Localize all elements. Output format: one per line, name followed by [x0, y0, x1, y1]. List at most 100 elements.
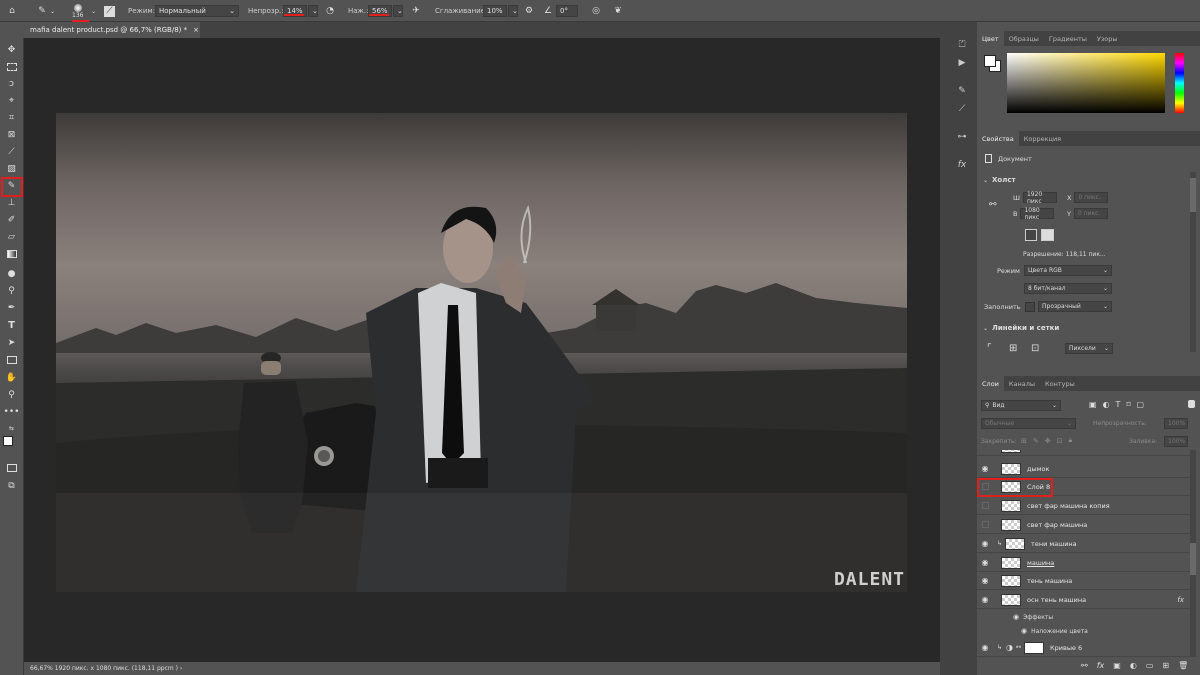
- eye-icon[interactable]: ◉: [977, 643, 993, 652]
- foreground-color[interactable]: [3, 436, 13, 446]
- dodge-tool[interactable]: ⚲: [3, 283, 20, 298]
- layers-scrollbar[interactable]: [1190, 450, 1196, 657]
- angle-input[interactable]: 0°: [556, 5, 578, 17]
- width-input[interactable]: 1920 пикс: [1022, 191, 1057, 205]
- styles-panel-button[interactable]: fx: [955, 158, 969, 172]
- canvas-image[interactable]: DALENT: [56, 113, 907, 592]
- color-mode-dropdown[interactable]: Цвета RGB ⌄: [1024, 265, 1112, 276]
- tab-layers[interactable]: Слои: [977, 376, 1004, 391]
- delete-layer-icon[interactable]: 🗑︎: [1178, 661, 1188, 670]
- smart-object-filter-icon[interactable]: ▢: [1137, 400, 1145, 409]
- lock-transparency-icon[interactable]: ⊞: [1021, 437, 1027, 445]
- tab-paths[interactable]: Контуры: [1040, 376, 1080, 391]
- tab-channels[interactable]: Каналы: [1004, 376, 1040, 391]
- lock-position-icon[interactable]: ✥: [1045, 437, 1051, 445]
- eye-icon[interactable]: ◉: [977, 464, 993, 473]
- actions-panel-button[interactable]: ▶: [955, 56, 969, 70]
- visibility-toggle[interactable]: [977, 521, 993, 528]
- smoothing-dropdown[interactable]: ⌄: [508, 5, 518, 17]
- units-dropdown[interactable]: Пиксели ⌄: [1065, 343, 1113, 354]
- tab-properties[interactable]: Свойства: [977, 131, 1019, 146]
- blend-mode-dropdown[interactable]: Обычные ⌄: [981, 418, 1076, 429]
- hand-tool[interactable]: ✋: [3, 370, 20, 385]
- color-overlay-row[interactable]: ◉ Наложение цвета: [1021, 627, 1088, 635]
- rectangle-tool[interactable]: [3, 352, 20, 367]
- bit-depth-dropdown[interactable]: 8 бит/канал ⌄: [1024, 283, 1112, 294]
- eraser-tool[interactable]: ▱: [3, 229, 20, 244]
- image-filter-icon[interactable]: ▣: [1089, 400, 1097, 409]
- x-input[interactable]: 0 пикс.: [1074, 192, 1109, 203]
- new-group-icon[interactable]: ▭: [1146, 661, 1154, 670]
- new-layer-icon[interactable]: ⊞: [1162, 661, 1169, 670]
- layer-row[interactable]: ◉ ↳ ◑ ⚯ Кривые 6: [977, 639, 1190, 657]
- opacity-dropdown[interactable]: ⌄: [308, 5, 318, 17]
- brush-settings-panel-button[interactable]: ✎: [955, 84, 969, 98]
- eye-icon[interactable]: ◉: [977, 558, 993, 567]
- move-tool[interactable]: ✥: [3, 42, 20, 57]
- edit-toolbar[interactable]: •••: [3, 404, 20, 419]
- add-mask-icon[interactable]: ▣: [1113, 661, 1121, 670]
- tab-patterns[interactable]: Узоры: [1092, 31, 1123, 46]
- swap-colors[interactable]: ⇆: [3, 421, 20, 436]
- pen-tool[interactable]: ✒: [3, 300, 20, 315]
- layer-row-partial[interactable]: [977, 450, 1190, 456]
- zoom-tool[interactable]: ⚲: [3, 387, 20, 402]
- crop-tool[interactable]: ⌗: [3, 110, 20, 125]
- layer-fill-input[interactable]: 100%: [1164, 436, 1188, 447]
- filter-toggle[interactable]: [1188, 400, 1195, 408]
- layer-row[interactable]: свет фар машина копия: [977, 497, 1190, 515]
- screen-mode-button[interactable]: ⧉: [3, 478, 20, 493]
- eye-icon[interactable]: ◉: [1021, 627, 1027, 635]
- eye-icon[interactable]: ◉: [977, 539, 993, 548]
- layer-row[interactable]: свет фар машина: [977, 516, 1190, 534]
- brush-picker-chevron[interactable]: ⌄: [91, 0, 96, 22]
- tab-swatches[interactable]: Образцы: [1004, 31, 1044, 46]
- fx-icon[interactable]: fx: [1097, 661, 1105, 670]
- grid-icon[interactable]: ⊞: [1009, 343, 1017, 354]
- eye-icon[interactable]: ◉: [977, 595, 993, 604]
- history-panel-button[interactable]: ⏍: [955, 38, 969, 52]
- flow-dropdown[interactable]: ⌄: [393, 5, 403, 17]
- tab-adjustments[interactable]: Коррекция: [1019, 131, 1066, 146]
- path-selection-tool[interactable]: ➤: [3, 335, 20, 350]
- type-tool[interactable]: T: [3, 318, 20, 333]
- link-layers-icon[interactable]: ⚯: [1081, 661, 1088, 670]
- layer-row[interactable]: ◉ ↳ тени машина: [977, 535, 1190, 553]
- fill-swatch[interactable]: [1025, 302, 1035, 312]
- healing-brush-tool[interactable]: ▨: [3, 161, 20, 176]
- smoothing-options-button[interactable]: ⚙: [523, 0, 535, 22]
- properties-scrollbar[interactable]: [1190, 172, 1196, 352]
- color-field[interactable]: [1007, 53, 1165, 113]
- layer-row[interactable]: ◉ осн тень машина fx: [977, 591, 1190, 609]
- hue-slider[interactable]: [1175, 53, 1184, 113]
- layer-row[interactable]: ◉ дымок: [977, 460, 1190, 478]
- type-filter-icon[interactable]: T: [1116, 400, 1121, 409]
- tool-preset-picker[interactable]: ✎ ⌄: [36, 0, 55, 22]
- portrait-orientation-button[interactable]: [1025, 229, 1037, 241]
- link-icon[interactable]: ⚯: [989, 200, 997, 210]
- height-input[interactable]: 1080 пикс: [1020, 207, 1055, 221]
- airbrush-button[interactable]: ✈: [410, 0, 422, 22]
- eye-icon[interactable]: ◉: [977, 576, 993, 585]
- layer-row[interactable]: ◉ тень машина: [977, 572, 1190, 590]
- lasso-tool[interactable]: ↄ: [3, 76, 20, 91]
- tab-gradients[interactable]: Градиенты: [1044, 31, 1092, 46]
- layer-opacity-input[interactable]: 100%: [1164, 418, 1188, 429]
- adjustment-filter-icon[interactable]: ◐: [1103, 400, 1110, 409]
- effects-row[interactable]: ◉ Эффекты: [1013, 613, 1053, 621]
- eye-icon[interactable]: ◉: [1013, 613, 1019, 621]
- adjustments-panel-button[interactable]: ⊶: [955, 130, 969, 144]
- brush-size-picker[interactable]: 136: [72, 0, 83, 22]
- visibility-toggle[interactable]: [977, 502, 993, 509]
- ruler-icon[interactable]: ⌜: [987, 343, 992, 354]
- quick-mask-button[interactable]: [3, 460, 20, 475]
- pressure-size-button[interactable]: ◎: [590, 0, 602, 22]
- lock-all-icon[interactable]: 🔒︎: [1069, 436, 1073, 445]
- home-button[interactable]: ⌂: [6, 0, 18, 22]
- layer-row[interactable]: ◉ машина: [977, 554, 1190, 572]
- pressure-opacity-button[interactable]: ◔: [324, 0, 336, 22]
- eyedropper-tool[interactable]: ⟋: [3, 144, 20, 159]
- new-adjustment-icon[interactable]: ◐: [1130, 661, 1137, 670]
- layer-filter-dropdown[interactable]: ⚲ Вид ⌄: [981, 400, 1061, 411]
- blur-tool[interactable]: ●: [3, 266, 20, 281]
